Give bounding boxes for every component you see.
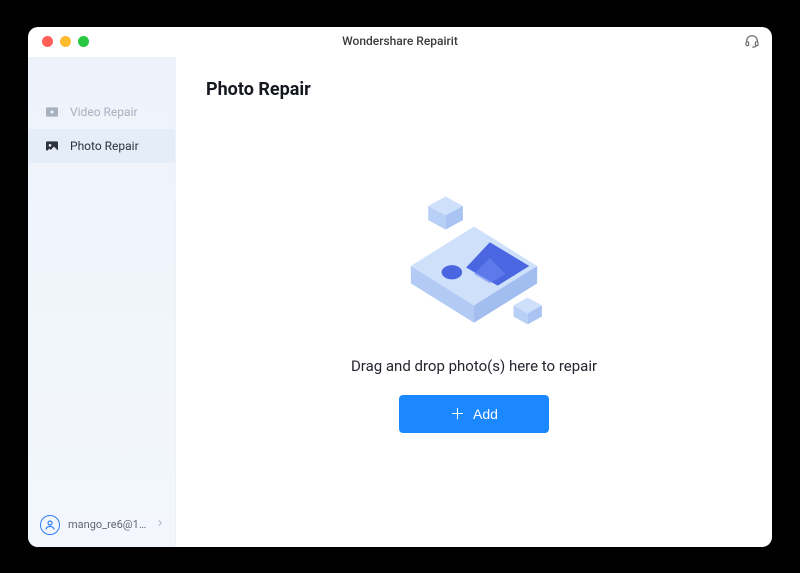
app-window: Wondershare Repairit Video Repair xyxy=(28,27,772,547)
dropzone[interactable]: Drag and drop photo(s) here to repair ＋ … xyxy=(206,104,742,517)
headset-icon xyxy=(744,33,760,49)
titlebar: Wondershare Repairit xyxy=(28,27,772,57)
support-button[interactable] xyxy=(744,33,760,49)
body: Video Repair Photo Repair mango_re6@163… xyxy=(28,57,772,547)
sidebar-item-video-repair[interactable]: Video Repair xyxy=(28,95,175,129)
window-title: Wondershare Repairit xyxy=(28,34,772,48)
sidebar: Video Repair Photo Repair mango_re6@163… xyxy=(28,57,176,547)
minimize-icon[interactable] xyxy=(60,36,71,47)
video-icon xyxy=(44,104,60,120)
sidebar-item-label: Video Repair xyxy=(70,105,138,119)
window-controls xyxy=(28,36,89,47)
avatar-icon xyxy=(40,515,60,535)
user-label: mango_re6@163… xyxy=(68,518,147,531)
add-button[interactable]: ＋ Add xyxy=(399,395,549,433)
page-title: Photo Repair xyxy=(206,79,742,100)
dropzone-text: Drag and drop photo(s) here to repair xyxy=(351,357,597,375)
user-account-button[interactable]: mango_re6@163… xyxy=(28,505,175,547)
sidebar-nav: Video Repair Photo Repair xyxy=(28,57,175,163)
add-button-label: Add xyxy=(473,406,498,422)
sidebar-item-label: Photo Repair xyxy=(70,139,139,153)
chevron-right-icon xyxy=(155,518,165,531)
photo-icon xyxy=(44,138,60,154)
maximize-icon[interactable] xyxy=(78,36,89,47)
plus-icon: ＋ xyxy=(450,407,465,422)
main-content: Photo Repair xyxy=(176,57,772,547)
close-icon[interactable] xyxy=(42,36,53,47)
photo-illustration-icon xyxy=(394,187,554,337)
sidebar-item-photo-repair[interactable]: Photo Repair xyxy=(28,129,175,163)
